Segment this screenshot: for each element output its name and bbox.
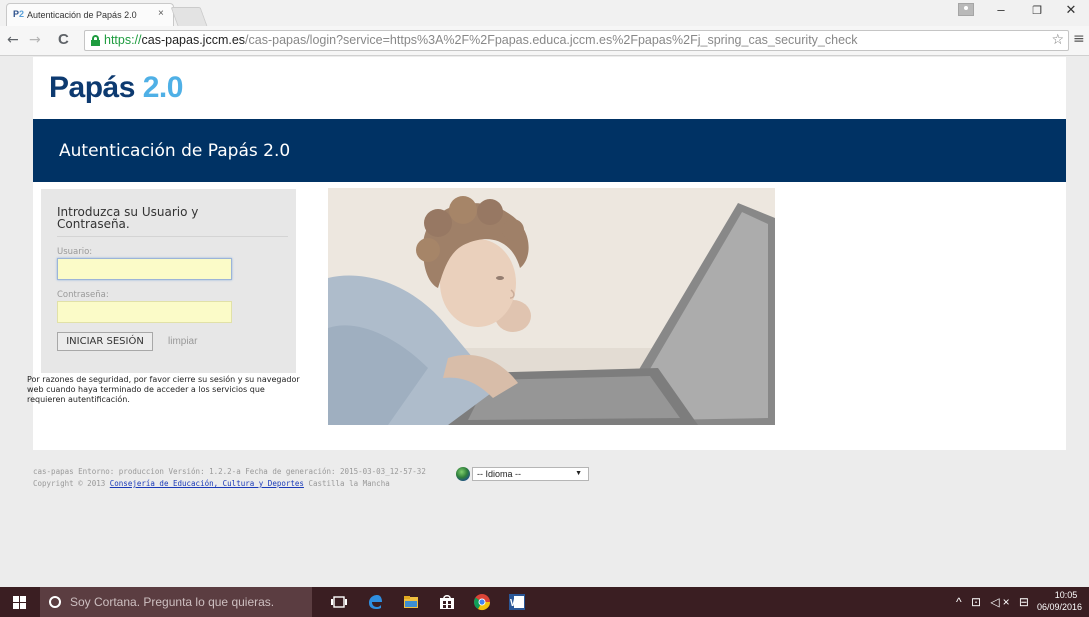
windows-start-icon[interactable] (13, 596, 26, 609)
site-favicon-icon: P2 (13, 9, 25, 19)
footer-link[interactable]: Consejería de Educación, Cultura y Depor… (110, 479, 304, 488)
password-input[interactable] (58, 304, 231, 324)
child-with-laptop-image (328, 188, 775, 425)
cortana-icon (49, 596, 61, 608)
username-field[interactable] (57, 258, 232, 281)
profile-icon[interactable] (958, 3, 974, 16)
address-url: https://cas-papas.jccm.es/cas-papas/logi… (104, 33, 858, 47)
chrome-browser-icon[interactable] (473, 593, 491, 611)
browser-toolbar: ← → C https://cas-papas.jccm.es/cas-papa… (0, 26, 1089, 56)
bookmark-star-icon[interactable]: ☆ (1051, 32, 1064, 48)
hero-photo (328, 188, 775, 425)
new-tab-button[interactable] (170, 7, 208, 26)
store-icon[interactable] (438, 593, 456, 611)
task-view-icon[interactable] (330, 593, 348, 611)
page-title: Autenticación de Papás 2.0 (59, 141, 291, 161)
word-icon[interactable]: W (508, 593, 526, 611)
back-arrow-icon[interactable]: ← (7, 32, 19, 48)
cortana-search-box[interactable]: Soy Cortana. Pregunta lo que quieras. (40, 587, 312, 617)
footer-version: cas-papas Entorno: produccion Versión: 1… (33, 467, 426, 476)
footer-copyright: Copyright © 2013 Consejería de Educación… (33, 479, 390, 488)
lock-icon (91, 35, 100, 46)
close-window-button[interactable]: ✕ (1053, 2, 1089, 22)
security-note: Por razones de seguridad, por favor cier… (27, 375, 300, 404)
system-tray-icons[interactable]: ^ ⊡ ◁× ⊟ (956, 595, 1032, 609)
address-bar[interactable]: https://cas-papas.jccm.es/cas-papas/logi… (84, 30, 1069, 51)
page-container: Papás 2.0 Autenticación de Papás 2.0 Int… (27, 57, 1066, 450)
login-heading: Introduzca su Usuario y Contraseña. (57, 205, 199, 231)
username-input[interactable] (58, 261, 231, 281)
edge-browser-icon[interactable] (366, 593, 384, 611)
login-form: Introduzca su Usuario y Contraseña. Usua… (41, 189, 296, 373)
restore-button[interactable]: ❐ (1019, 4, 1055, 24)
cortana-placeholder: Soy Cortana. Pregunta lo que quieras. (70, 595, 275, 609)
footer: cas-papas Entorno: produccion Versión: 1… (33, 466, 426, 490)
forward-arrow-icon[interactable]: → (29, 32, 41, 48)
svg-text:W: W (510, 598, 520, 609)
password-label: Contraseña: (57, 290, 109, 300)
tab-title: Autenticación de Papás 2.0 (27, 10, 137, 20)
language-select[interactable]: -- Idioma -- ▼ (472, 467, 589, 481)
password-field[interactable] (57, 301, 232, 324)
clock-date[interactable]: 06/09/2016 (1037, 602, 1082, 612)
browser-tab-strip: P2 Autenticación de Papás 2.0 × – ❐ ✕ (0, 0, 1089, 26)
username-label: Usuario: (57, 247, 93, 257)
site-logo: Papás 2.0 (49, 71, 183, 104)
login-button[interactable]: INICIAR SESIÓN (57, 332, 153, 351)
taskbar: Soy Cortana. Pregunta lo que quieras. W … (0, 587, 1089, 617)
chrome-menu-icon[interactable]: ≡ (1073, 31, 1085, 47)
globe-icon (456, 467, 470, 481)
tab-close-icon[interactable]: × (158, 8, 164, 19)
divider (57, 236, 288, 237)
clock-time[interactable]: 10:05 (1048, 590, 1084, 600)
header-banner: Autenticación de Papás 2.0 (33, 119, 1066, 182)
dropdown-arrow-icon: ▼ (575, 470, 582, 477)
minimize-button[interactable]: – (983, 2, 1019, 22)
browser-tab[interactable]: P2 Autenticación de Papás 2.0 × (6, 3, 174, 26)
clear-link[interactable]: limpiar (168, 336, 197, 347)
reload-icon[interactable]: C (58, 31, 69, 48)
file-explorer-icon[interactable] (402, 593, 420, 611)
